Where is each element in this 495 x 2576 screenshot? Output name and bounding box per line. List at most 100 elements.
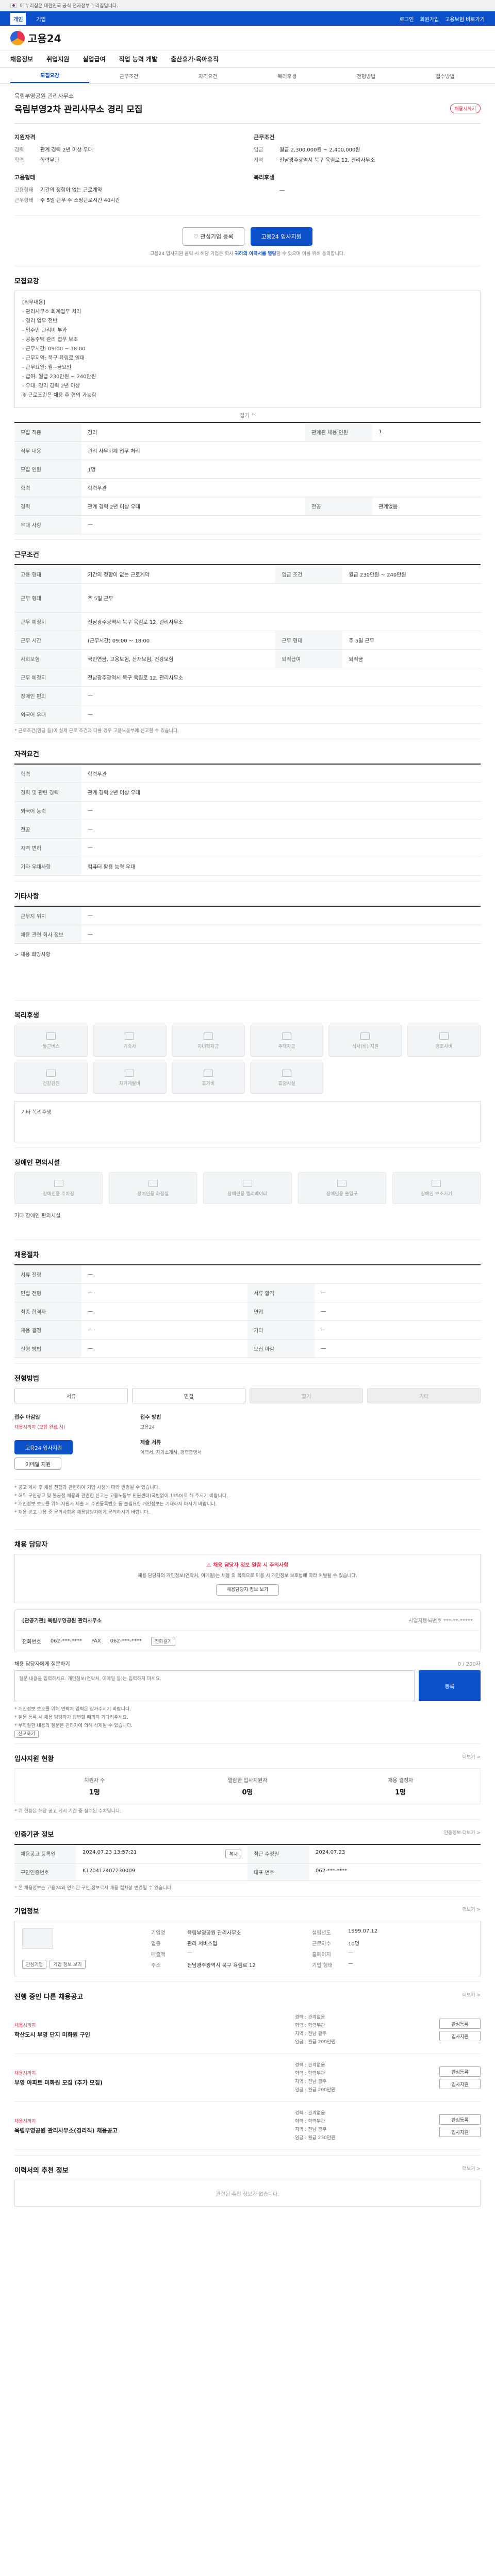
site-logo[interactable]: 고용24 <box>10 30 61 45</box>
table-row: 최종 합격자 — 면접 — <box>14 1302 481 1321</box>
job-title: 육림부영2차 관리사무소 경리 모집 <box>14 105 143 115</box>
elevator-icon <box>242 1179 252 1187</box>
inquiry-notes: * 개인정보 보호를 위해 연락처 입력은 삼가주시기 바랍니다. * 질문 등… <box>14 1707 133 1738</box>
company-info-button[interactable]: 기업 정보 보기 <box>50 1960 86 1969</box>
step-interview: 면접 <box>132 1388 245 1403</box>
house-icon <box>282 1032 292 1040</box>
benefit-tile: 통근버스 <box>14 1025 88 1057</box>
section-title: 입사지원 현황 <box>14 1755 54 1763</box>
stats-more-link[interactable]: 더보기 > <box>463 1753 481 1763</box>
list-item[interactable]: 채용시까지 학산도시 부영 단지 미화원 구인 경력 : 관계없음 학력 : 학력무… <box>14 2006 481 2054</box>
table-row: 우대 사항 — <box>14 515 481 534</box>
related-interest-button[interactable]: 관심등록 <box>439 2114 481 2125</box>
stats-footnote: * 위 현황은 해당 공고 게시 기간 중 집계된 수치입니다. <box>14 1809 121 1814</box>
header: 고용24 <box>0 26 495 50</box>
copy-button[interactable]: 복사 <box>225 1850 241 1858</box>
table-row: 근무지 위치 — <box>14 906 481 925</box>
apply-button[interactable]: 고용24 입사지원 <box>250 227 312 246</box>
view-contact-button[interactable]: 채용담당자 정보 보기 <box>216 1584 279 1596</box>
related-apply-button[interactable]: 입사지원 <box>439 2127 481 2137</box>
loan-cell: 대표 번호 062-***-**** <box>248 1863 481 1881</box>
list-item[interactable]: 채용시까지 육림부영공원 관리사무소(경리직) 채용공고 경력 : 관계없음 학력 … <box>14 2102 481 2150</box>
placement-table: 서류 전형 — 면접 전형 — 서류 합격 — 최종 합격자 — 면접 — 채용 결정 — 기타 —… <box>14 1264 481 1358</box>
loan-cell: 채용공고 등록일 2024.07.23 13:57:21 복사 <box>14 1845 248 1863</box>
section-benefit: 복리후생 통근버스 기숙사 자녀학자금 주택자금 식사(비) 지원 경조사비 건… <box>14 1000 481 1147</box>
table-row: 기타 우대사항 컴퓨터 활용 능력 우대 <box>14 857 481 876</box>
similar-more-link[interactable]: 더보기 > <box>463 2165 481 2175</box>
apply-panel: 접수 마감일 채용시까지 (모집 완료 시) 고용24 입사지원 이메일 지원 … <box>14 1403 481 1480</box>
fold-toggle[interactable]: 접기 ^ <box>14 408 481 422</box>
table-row: 외국어 우대 — <box>14 705 481 724</box>
related-apply-button[interactable]: 입사지원 <box>439 2079 481 2089</box>
support-etc: 기타 장애인 편의시설 <box>14 1213 61 1219</box>
apply-note: 고용24 입사지원 클릭 시 해당 기업은 회사 귀하의 이력서를 열람할 수 … <box>150 251 345 257</box>
section-title: 진행 중인 다른 채용공고 <box>14 1993 84 2001</box>
section-stats: 입사지원 현황 더보기 > 지원자 수 1명 열람한 입사지원자 0명 채용 결정자 1… <box>14 1743 481 1819</box>
interest-company-button[interactable]: 관심기업 <box>22 1960 47 1969</box>
related-title[interactable]: 육림부영공원 관리사무소(경리직) 채용공고 <box>14 2126 295 2134</box>
signup-link[interactable]: 회원가입 <box>420 15 439 23</box>
section-title: 장애인 편의시설 <box>14 1159 60 1167</box>
section-placement: 채용절차 서류 전형 — 면접 전형 — 서류 합격 — 최종 합격자 — 면접 — 채용 결… <box>14 1240 481 1363</box>
interest-button[interactable]: ♡ 관심기업 등록 <box>183 227 244 246</box>
tab-benefit[interactable]: 복리후생 <box>248 69 326 83</box>
related-title[interactable]: 부영 아파트 미화원 모집 (추가 모집) <box>14 2078 295 2087</box>
company-name[interactable]: 육림부영공원 관리사무소 <box>14 92 481 100</box>
support-tile: 장애인용 주차장 <box>14 1172 103 1204</box>
table-row: 근무 예정지 전남광주광역시 북구 육림로 12, 관리사무소 <box>14 612 481 631</box>
korea-flag-icon <box>10 3 16 8</box>
list-item[interactable]: 채용시까지 부영 아파트 미화원 모집 (추가 모집) 경력 : 관계없음 학력 :… <box>14 2054 481 2102</box>
section-qual: 자격요건 학력 학력무관 경력 및 관련 경력 관계 경력 2년 이상 우대 외국어… <box>14 739 481 881</box>
job-header: 육림부영공원 관리사무소 육림부영2차 관리사무소 경리 모집 채용시까지 <box>14 83 481 124</box>
warning-title: ⚠ 채용 담당자 정보 열람 시 주의사항 <box>206 1563 289 1568</box>
tab-recruit[interactable]: 모집요강 <box>10 68 90 83</box>
tab-work[interactable]: 근무조건 <box>89 69 168 83</box>
other-extra[interactable]: > 채용 희망사항 <box>14 944 481 964</box>
stat-card: 열람한 입사지원자 0명 <box>227 1778 268 1797</box>
section-support: 장애인 편의시설 장애인용 주차장 장애인용 화장실 장애인용 엘리베이터 장애… <box>14 1147 481 1240</box>
section-title: 자격요건 <box>14 751 39 758</box>
tab-apply[interactable]: 접수방법 <box>406 69 485 83</box>
insurance-link[interactable]: 고용보험 바로가기 <box>445 15 485 23</box>
related-interest-button[interactable]: 관심등록 <box>439 2066 481 2077</box>
report-button[interactable]: 신고하기 <box>14 1731 39 1738</box>
loan-footnote: * 본 채용정보는 고용24와 연계된 구인 정보로서 채용 절차상 변경될 수… <box>14 1886 173 1891</box>
inquiry-input[interactable] <box>14 1670 415 1701</box>
email-apply-button[interactable]: 이메일 지원 <box>14 1458 62 1470</box>
benefit-tile: 휴가비 <box>171 1062 245 1094</box>
stat-cards: 지원자 수 1명 열람한 입사지원자 0명 채용 결정자 1명 <box>14 1768 481 1804</box>
toilet-icon <box>148 1179 158 1187</box>
gnb-item-training[interactable]: 직업 능력 개발 <box>119 55 158 63</box>
call-button[interactable]: 전화걸기 <box>151 1637 176 1646</box>
tab-qual[interactable]: 자격요건 <box>169 69 248 83</box>
related-apply-button[interactable]: 입사지원 <box>439 2031 481 2041</box>
tab-selection[interactable]: 전형방법 <box>326 69 405 83</box>
table-row: 학력 학력무관 <box>14 478 481 497</box>
gnb-item-leave[interactable]: 출산휴가·육아휴직 <box>171 55 219 63</box>
util-tab-company[interactable]: 기업 <box>33 13 48 25</box>
gnb-item-support[interactable]: 취업지원 <box>46 55 69 63</box>
gnb-item-benefit[interactable]: 실업급여 <box>82 55 105 63</box>
related-more-link[interactable]: 더보기 > <box>463 1991 481 2001</box>
entrance-icon <box>337 1179 347 1187</box>
recruit-table: 모집 직종 경리 관계된 채용 인원 1 직무 내용 관리 사무회계 업무 처리 모집 … <box>14 422 481 534</box>
section-apply: 전형방법 서류 면접 필기 기타 접수 마감일 채용시까지 (모집 완료 시) … <box>14 1363 481 1529</box>
job-summary: 지원자격 경력 관계 경력 2년 이상 우대 학력 학력무관 고용형태 고용형태 기간… <box>14 124 481 216</box>
book-icon <box>203 1032 213 1040</box>
section-title: 모집요강 <box>14 278 39 285</box>
login-link[interactable]: 로그인 <box>400 15 414 23</box>
table-row: 서류 전형 — <box>14 1265 481 1284</box>
apply-steps: 서류 면접 필기 기타 <box>14 1388 481 1403</box>
loan-more-link[interactable]: 인증정보 더보기 > <box>444 1829 481 1839</box>
step-etc: 기타 <box>367 1388 481 1403</box>
related-interest-button[interactable]: 관심등록 <box>439 2019 481 2029</box>
util-tab-personal[interactable]: 개인 <box>10 12 26 25</box>
apply-online-button[interactable]: 고용24 입사지원 <box>14 1440 73 1454</box>
summary-conditions: 근무조건 임금 월급 2,300,000원 ~ 2,400,000원 지역 전남광주… <box>254 134 375 193</box>
gnb-item-jobs[interactable]: 채용정보 <box>10 55 33 63</box>
inquiry-submit-button[interactable]: 등록 <box>419 1670 481 1701</box>
documents-value: 이력서, 자기소개서, 경력증명서 <box>140 1450 202 1455</box>
company-more-link[interactable]: 더보기 > <box>463 1906 481 1916</box>
related-title[interactable]: 학산도시 부영 단지 미화원 구인 <box>14 2030 295 2039</box>
deadline-badge: 채용시까지 <box>450 104 481 113</box>
